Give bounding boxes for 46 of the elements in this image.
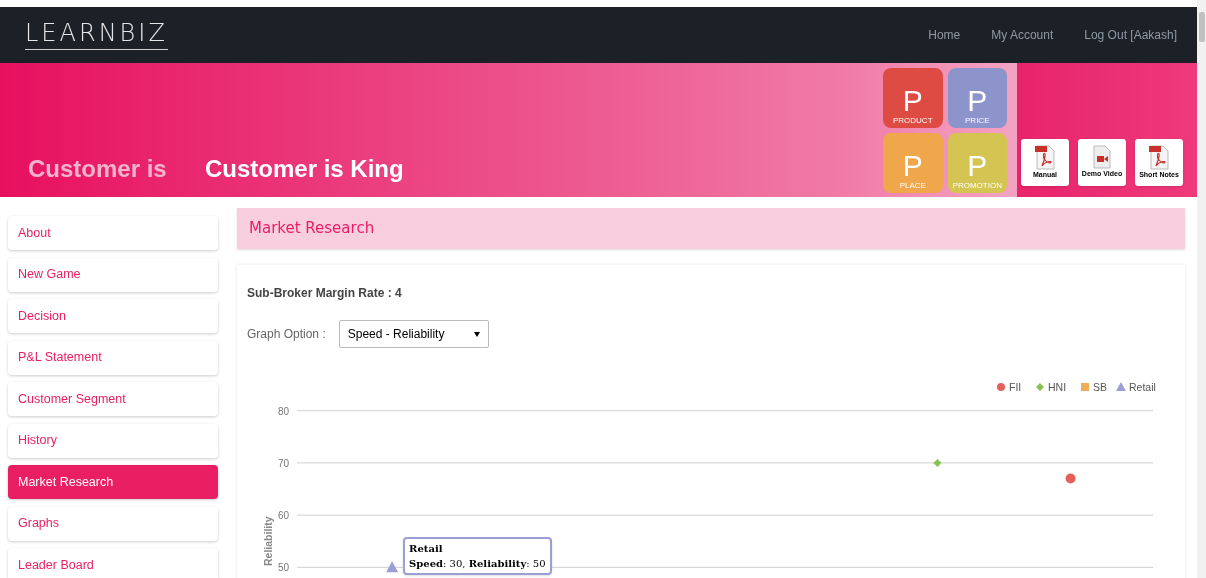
banner-title: Customer is King bbox=[205, 154, 404, 184]
y-axis-title: Reliability bbox=[262, 516, 274, 567]
marketing-tile[interactable]: P PRODUCT bbox=[883, 68, 943, 128]
legend-label[interactable]: FII bbox=[1009, 381, 1022, 393]
y-tick-label: 60 bbox=[277, 510, 289, 522]
logo[interactable]: LEARNBIZ bbox=[25, 20, 168, 50]
sidebar-item[interactable]: Graphs bbox=[8, 506, 218, 541]
tile-label: PROMOTION bbox=[952, 181, 1002, 191]
video-file-icon bbox=[1092, 145, 1112, 170]
sidebar-item[interactable]: Leader Board bbox=[8, 548, 218, 578]
pdf-file-icon bbox=[1148, 144, 1170, 171]
sidebar-item[interactable]: History bbox=[8, 423, 218, 458]
faded-title: Customer is bbox=[28, 154, 167, 184]
scrollbar[interactable] bbox=[1197, 0, 1206, 578]
tile-label: PLACE bbox=[899, 181, 926, 191]
pdf-file-icon bbox=[1034, 144, 1056, 171]
tile-label: PRODUCT bbox=[892, 116, 933, 126]
graph-option-select[interactable]: Speed - Reliability bbox=[338, 320, 489, 348]
margin-rate: Sub-Broker Margin Rate : 4 bbox=[247, 285, 403, 302]
y-tick-label: 50 bbox=[277, 562, 289, 574]
tooltip-title: Retail bbox=[409, 542, 444, 557]
sidebar-item[interactable]: About bbox=[8, 216, 218, 250]
sidebar-item[interactable]: Decision bbox=[8, 299, 218, 333]
sidebar-item[interactable]: New Game bbox=[8, 257, 218, 292]
section-title: Market Research bbox=[249, 218, 375, 240]
marketing-tile[interactable]: P PRICE bbox=[947, 68, 1007, 128]
y-tick-label: 80 bbox=[277, 405, 289, 417]
tile-label: PRICE bbox=[965, 116, 990, 126]
tile-letter: P bbox=[967, 151, 988, 181]
y-tick-label: 70 bbox=[277, 457, 289, 469]
tooltip-text: Speed: 30, Reliability: 50 bbox=[409, 557, 546, 572]
sidebar-item[interactable]: Customer Segment bbox=[8, 382, 218, 416]
nav-link[interactable]: Home bbox=[928, 26, 961, 44]
legend-label[interactable]: HNI bbox=[1048, 381, 1067, 393]
sidebar-item[interactable]: P&L Statement bbox=[8, 340, 218, 375]
scrollbar-thumb[interactable] bbox=[1198, 12, 1205, 42]
dropdown-caret-icon bbox=[473, 331, 480, 337]
graph-option-label: Graph Option : bbox=[247, 326, 326, 343]
tile-letter: P bbox=[902, 86, 923, 116]
sidebar-item[interactable]: Market Research bbox=[8, 465, 218, 499]
tile-letter: P bbox=[902, 151, 923, 181]
legend-label[interactable]: SB bbox=[1093, 381, 1107, 393]
nav-link[interactable]: Log Out [Aakash] bbox=[1084, 26, 1177, 44]
nav-link[interactable]: My Account bbox=[991, 26, 1054, 44]
legend-label[interactable]: Retail bbox=[1129, 381, 1156, 393]
tile-letter: P bbox=[967, 86, 988, 116]
